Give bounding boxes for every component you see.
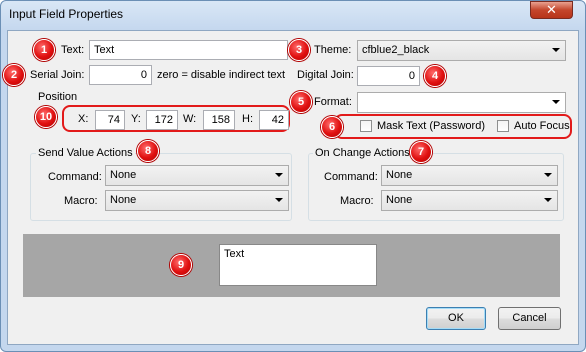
close-button[interactable]: ✕	[530, 1, 573, 19]
text-label: Text:	[61, 44, 85, 56]
digital-join-input[interactable]: 0	[357, 66, 420, 86]
callout-badge-3: 3	[288, 39, 310, 61]
callout-badge-2: 2	[3, 64, 25, 86]
change-command-value: None	[386, 169, 413, 181]
send-value-title: Send Value Actions	[36, 147, 135, 159]
chevron-down-icon	[275, 173, 283, 177]
send-command-select[interactable]: None	[105, 165, 289, 186]
callout-badge-7: 7	[410, 141, 432, 163]
send-macro-value: None	[110, 194, 137, 206]
callout-badge-1: 1	[33, 39, 55, 61]
auto-focus-label: Auto Focus	[514, 120, 570, 132]
x-label: X:	[78, 113, 89, 125]
serial-join-input[interactable]: 0	[89, 65, 152, 85]
position-title: Position	[38, 91, 78, 103]
x-input[interactable]: 74	[95, 110, 125, 130]
chevron-down-icon	[544, 173, 552, 177]
send-macro-label: Macro:	[64, 195, 98, 207]
theme-select[interactable]: cfblue2_black	[357, 40, 566, 61]
callout-badge-8: 8	[137, 140, 159, 162]
y-label: Y:	[131, 113, 141, 125]
callout-badge-10: 10	[35, 106, 57, 128]
theme-label: Theme:	[314, 44, 352, 56]
format-select[interactable]	[357, 92, 566, 113]
chevron-down-icon	[275, 198, 283, 202]
close-icon: ✕	[546, 3, 557, 18]
format-label: Format:	[314, 96, 352, 108]
mask-text-checkbox[interactable]	[360, 120, 372, 132]
serial-join-label: Serial Join:	[30, 69, 85, 81]
w-label: W:	[183, 113, 197, 125]
ok-button[interactable]: OK	[426, 307, 486, 330]
change-command-select[interactable]: None	[381, 165, 558, 186]
preview-input[interactable]: Text	[219, 244, 377, 286]
on-change-title: On Change Actions	[313, 147, 412, 159]
y-input[interactable]: 172	[146, 110, 178, 130]
change-command-label: Command:	[324, 171, 378, 183]
callout-badge-4: 4	[424, 65, 446, 87]
serial-join-hint: zero = disable indirect text	[157, 69, 286, 81]
change-macro-label: Macro:	[340, 195, 374, 207]
send-command-label: Command:	[48, 171, 102, 183]
chevron-down-icon	[552, 100, 560, 104]
callout-badge-9: 9	[170, 254, 192, 276]
w-input[interactable]: 158	[203, 110, 235, 130]
window-title: Input Field Properties	[9, 7, 124, 21]
send-macro-select[interactable]: None	[105, 190, 289, 211]
change-macro-value: None	[386, 194, 413, 206]
auto-focus-checkbox[interactable]	[497, 120, 509, 132]
change-macro-select[interactable]: None	[381, 190, 558, 211]
callout-badge-5: 5	[290, 91, 312, 113]
theme-value: cfblue2_black	[362, 44, 430, 56]
chevron-down-icon	[552, 48, 560, 52]
digital-join-label: Digital Join:	[297, 69, 354, 81]
callout-badge-6: 6	[321, 116, 343, 138]
send-command-value: None	[110, 169, 137, 181]
h-input[interactable]: 42	[259, 110, 289, 130]
chevron-down-icon	[544, 198, 552, 202]
text-input[interactable]: Text	[89, 40, 288, 60]
mask-text-label: Mask Text (Password)	[377, 120, 485, 132]
cancel-button[interactable]: Cancel	[498, 307, 561, 330]
h-label: H:	[242, 113, 253, 125]
